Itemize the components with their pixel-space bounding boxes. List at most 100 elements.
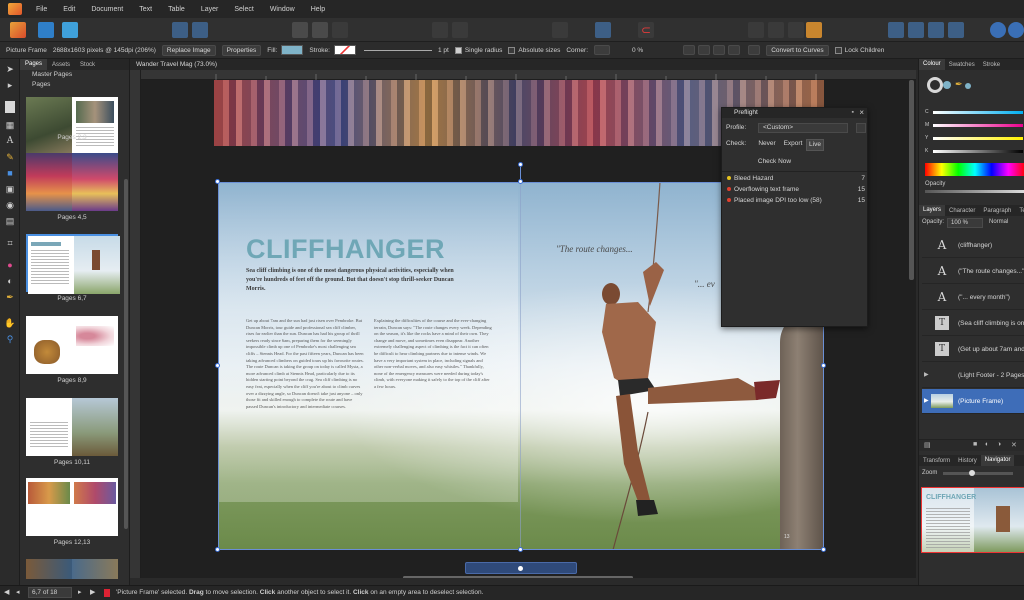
- colour-spectrum[interactable]: [925, 163, 1024, 176]
- menu-text[interactable]: Text: [131, 6, 160, 13]
- arrange-back-icon[interactable]: [748, 22, 764, 38]
- menu-document[interactable]: Document: [83, 6, 131, 13]
- layer-row-selected[interactable]: ▶ (Picture Frame): [922, 389, 1024, 414]
- resize-handle[interactable]: [518, 179, 523, 184]
- vertical-ruler[interactable]: [130, 70, 141, 578]
- tab-pages[interactable]: Pages: [20, 59, 48, 70]
- resize-handle[interactable]: [821, 363, 826, 368]
- arrange-front-icon[interactable]: [788, 22, 804, 38]
- designer-persona-icon[interactable]: [38, 22, 54, 38]
- layer-row[interactable]: A ("The route changes..."): [922, 259, 1024, 284]
- absolute-sizes-checkbox[interactable]: [508, 46, 516, 54]
- layer-row[interactable]: A (cliffhanger): [922, 233, 1024, 258]
- tab-navigator[interactable]: Navigator: [980, 455, 1015, 466]
- shape-tool-icon[interactable]: ■: [4, 167, 16, 179]
- expand-arrow-icon[interactable]: ▶: [924, 389, 929, 414]
- fill-colour-well[interactable]: [927, 77, 943, 93]
- flip-icon[interactable]: [698, 45, 711, 55]
- channel-y-slider[interactable]: [933, 137, 1023, 140]
- layer-opacity-field[interactable]: 100 %: [947, 218, 983, 228]
- spread-thumbnail[interactable]: [26, 153, 118, 211]
- master-pages-section[interactable]: Master Pages: [20, 70, 129, 80]
- menu-window[interactable]: Window: [262, 6, 303, 13]
- tab-swatches[interactable]: Swatches: [945, 62, 979, 68]
- view-icon[interactable]: [552, 22, 568, 38]
- lock-children-checkbox[interactable]: [834, 46, 842, 54]
- resize-handle[interactable]: [518, 547, 523, 552]
- publisher-persona-icon[interactable]: [10, 22, 26, 38]
- tab-layers[interactable]: Layers: [919, 205, 946, 216]
- spread-thumbnail[interactable]: [26, 316, 118, 374]
- convert-to-curves-button[interactable]: Convert to Curves: [766, 44, 829, 56]
- check-never-option[interactable]: Never: [754, 139, 780, 149]
- insert-icon[interactable]: [332, 22, 348, 38]
- hand-tool-icon[interactable]: ✋: [4, 317, 16, 329]
- layer-row[interactable]: T (Get up about 7am and: [922, 337, 1024, 362]
- crop-tool-icon[interactable]: ⌗: [4, 237, 16, 249]
- transform-origin-icon[interactable]: [683, 45, 696, 55]
- distribute-icon[interactable]: [728, 45, 741, 55]
- align-right-icon[interactable]: [928, 22, 944, 38]
- eyedropper-icon[interactable]: ✒: [955, 79, 963, 90]
- text-wrap-icon[interactable]: [432, 22, 448, 38]
- next-page-icon[interactable]: ▸: [78, 586, 82, 600]
- align-center-icon[interactable]: [908, 22, 924, 38]
- tab-character[interactable]: Character: [945, 208, 979, 214]
- resize-handle[interactable]: [215, 363, 220, 368]
- color-picker-tool-icon[interactable]: ✒: [4, 291, 16, 303]
- spread-thumbnail[interactable]: [26, 234, 120, 294]
- spread-thumbnail[interactable]: [26, 559, 118, 579]
- pen-tool-icon[interactable]: ✎: [4, 151, 16, 163]
- check-export-option[interactable]: Export: [780, 139, 806, 149]
- layer-options-icon[interactable]: ▤: [924, 441, 931, 449]
- menu-table[interactable]: Table: [160, 6, 193, 13]
- navigator-zoom-slider[interactable]: [943, 470, 1013, 476]
- check-live-option[interactable]: Live: [806, 139, 824, 151]
- tab-colour[interactable]: Colour: [919, 59, 945, 70]
- pages-scrollbar[interactable]: [124, 179, 128, 529]
- close-icon[interactable]: ×: [859, 108, 864, 117]
- spread-thumbnail[interactable]: [26, 398, 118, 456]
- artistic-text-tool-icon[interactable]: A: [4, 135, 16, 147]
- preflight-item[interactable]: Placed image DPI too low (58) 15: [726, 196, 865, 206]
- picture-frame-tool-icon[interactable]: ▣: [4, 183, 16, 195]
- opacity-slider[interactable]: [925, 190, 1024, 193]
- photo-persona-icon[interactable]: [62, 22, 78, 38]
- arrange-forward-icon[interactable]: [768, 22, 784, 38]
- corner-type-dropdown[interactable]: [594, 45, 611, 55]
- tab-text-styles[interactable]: Te: [1015, 208, 1024, 214]
- spread-thumbnail[interactable]: [26, 478, 118, 536]
- align-left-icon[interactable]: [888, 22, 904, 38]
- group-icon[interactable]: [806, 22, 822, 38]
- channel-m-slider[interactable]: [933, 124, 1023, 127]
- assets-icon[interactable]: [192, 22, 208, 38]
- blend-mode-dropdown[interactable]: Normal: [989, 219, 1008, 225]
- table-tool-icon[interactable]: ▦: [4, 119, 16, 131]
- fill-tool-icon[interactable]: ●: [4, 259, 16, 271]
- flow-icon[interactable]: [452, 22, 468, 38]
- tab-assets[interactable]: Assets: [47, 62, 75, 68]
- pages-section[interactable]: Pages: [20, 80, 129, 90]
- menu-file[interactable]: File: [28, 6, 55, 13]
- stroke-width-slider[interactable]: [363, 49, 432, 51]
- channel-k-slider[interactable]: [933, 150, 1023, 153]
- frame-text-tool-icon[interactable]: [5, 101, 15, 113]
- spread-thumbnail[interactable]: [26, 97, 118, 155]
- canvas-horizontal-scrollbar[interactable]: [403, 576, 633, 578]
- profile-settings-icon[interactable]: [856, 123, 866, 133]
- curves-icon[interactable]: [748, 45, 761, 55]
- tab-stroke[interactable]: Stroke: [979, 62, 1004, 68]
- tab-paragraph[interactable]: Paragraph: [979, 208, 1015, 214]
- snapping-magnet-icon[interactable]: ⊂: [638, 22, 654, 38]
- profile-dropdown[interactable]: <Custom>: [758, 123, 848, 133]
- stroke-width-value[interactable]: 1 pt: [438, 47, 449, 54]
- ellipse-frame-tool-icon[interactable]: ◉: [4, 199, 16, 211]
- rotate-icon[interactable]: [713, 45, 726, 55]
- add-layer-icon[interactable]: ■: [973, 441, 977, 448]
- layer-row[interactable]: ▶ (Light Footer - 2 Pages): [922, 363, 1024, 388]
- layout-icon[interactable]: [595, 22, 611, 38]
- align-top-icon[interactable]: [948, 22, 964, 38]
- horizontal-ruler[interactable]: [141, 70, 916, 80]
- replace-image-button[interactable]: Replace Image: [161, 44, 216, 56]
- panel-menu-icon[interactable]: ▪: [852, 109, 854, 116]
